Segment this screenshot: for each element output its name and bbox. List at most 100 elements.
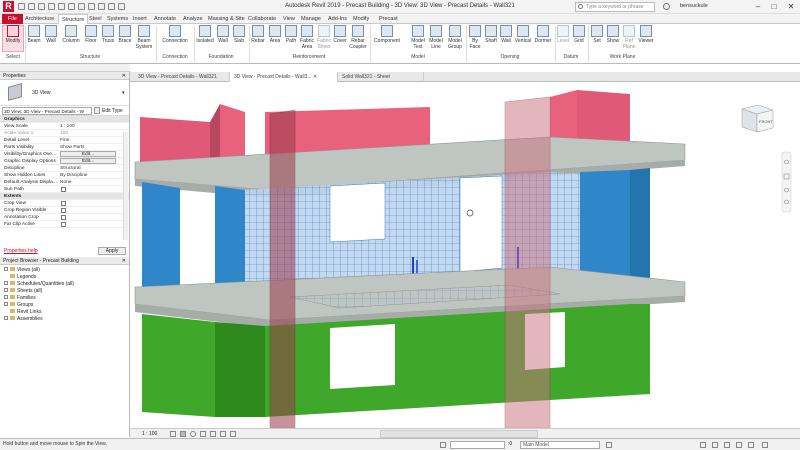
tree-item-views[interactable]: Views (all)	[4, 267, 40, 274]
modify-button[interactable]: Modify	[3, 25, 23, 44]
horizontal-scrollbar[interactable]	[380, 430, 538, 438]
view-tab-3d-precast-details-active[interactable]: 3D View - Precast Details - Wall3... ✕	[230, 72, 338, 82]
type-selector[interactable]: 3D View ▾	[0, 80, 129, 106]
beam-system-button[interactable]: Beam System	[134, 25, 154, 50]
revit-logo-icon[interactable]: R	[3, 1, 14, 12]
column-button[interactable]: Column	[60, 25, 82, 44]
fabric-sheet-button[interactable]: Fabric Sheet	[316, 25, 332, 50]
print-icon[interactable]	[68, 3, 75, 10]
component-button[interactable]: Component	[372, 25, 402, 44]
cover-button[interactable]: Cover	[333, 25, 347, 44]
property-value[interactable]: Fine	[60, 137, 69, 144]
property-value[interactable]: 1 : 100	[60, 123, 75, 130]
apply-button[interactable]: Apply	[98, 247, 126, 255]
close-icon[interactable]: ✕	[122, 72, 126, 80]
property-edit-button[interactable]: Edit...	[60, 151, 116, 157]
open-icon[interactable]	[18, 3, 25, 10]
redo-icon[interactable]	[58, 3, 65, 10]
shadows-icon[interactable]	[200, 431, 206, 437]
tab-add-ins[interactable]: Add-Ins	[325, 14, 350, 24]
measure-icon[interactable]	[78, 3, 85, 10]
properties-scrollbar[interactable]	[123, 132, 128, 240]
beam-button[interactable]: Beam	[26, 25, 42, 44]
property-section[interactable]: Graphics	[0, 116, 129, 123]
tree-item-revit-links[interactable]: Revit Links	[10, 309, 41, 316]
slab-button[interactable]: Slab	[231, 25, 247, 44]
tab-collaborate[interactable]: Collaborate	[245, 14, 279, 24]
blue-wall[interactable]	[215, 186, 245, 297]
property-edit-button[interactable]: Edit...	[60, 158, 116, 164]
expand-icon[interactable]	[4, 288, 8, 292]
dimension-icon[interactable]	[88, 3, 95, 10]
tab-architecture[interactable]: Architecture	[22, 14, 57, 24]
search-input[interactable]: Type a keyword or phrase	[575, 2, 655, 12]
show-button[interactable]: Show	[605, 25, 621, 44]
sun-path-icon[interactable]	[190, 431, 196, 437]
tree-item-legends[interactable]: Legends	[10, 274, 36, 281]
expand-icon[interactable]	[4, 302, 8, 306]
building-model[interactable]: FRONT	[130, 82, 800, 429]
fabric-area-button[interactable]: Fabric Area	[299, 25, 315, 50]
save-icon[interactable]	[28, 3, 35, 10]
window-opening[interactable]	[330, 324, 395, 389]
worksets-icon[interactable]	[440, 442, 446, 448]
select-pinned-icon[interactable]	[724, 442, 730, 448]
property-checkbox[interactable]	[61, 208, 66, 213]
maximize-button[interactable]: □	[766, 0, 782, 13]
tab-insert[interactable]: Insert	[130, 14, 150, 24]
instance-selector[interactable]: 3D View: 3D View - Precast Details - W	[2, 107, 92, 115]
tab-modify[interactable]: Modify	[350, 14, 372, 24]
panel-label-select[interactable]: Select	[2, 54, 24, 60]
area-button[interactable]: Area	[267, 25, 283, 44]
close-tab-icon[interactable]: ✕	[313, 74, 317, 80]
isolated-button[interactable]: Isolated	[195, 25, 215, 44]
viewcube[interactable]: FRONT	[741, 104, 774, 133]
expand-icon[interactable]	[4, 267, 8, 271]
section-icon[interactable]	[118, 3, 125, 10]
user-name[interactable]: bensuckule	[680, 3, 708, 9]
foundation-wall-button[interactable]: Wall	[216, 25, 230, 44]
tab-massing-site[interactable]: Massing & Site	[205, 14, 248, 24]
grid-button[interactable]: Grid	[572, 25, 586, 44]
select-links-icon[interactable]	[700, 442, 706, 448]
path-button[interactable]: Path	[284, 25, 298, 44]
shaft-button[interactable]: Shaft	[484, 25, 498, 44]
tree-item-assemblies[interactable]: Assemblies	[4, 316, 43, 323]
green-wall[interactable]	[142, 314, 215, 417]
model-line-button[interactable]: Model Line	[428, 25, 444, 50]
workset-dropdown[interactable]	[450, 441, 505, 449]
property-value[interactable]: Structural	[60, 165, 81, 172]
level-button[interactable]: Level	[556, 25, 570, 44]
drag-elements-icon[interactable]	[748, 442, 754, 448]
property-checkbox[interactable]	[61, 222, 66, 227]
undo-icon[interactable]	[48, 3, 55, 10]
dormer-button[interactable]: Dormer	[533, 25, 553, 44]
property-checkbox[interactable]	[61, 201, 66, 206]
ref-plane-button[interactable]: Ref Plane	[622, 25, 636, 50]
model-group-button[interactable]: Model Group	[445, 25, 465, 50]
wall-button[interactable]: Wall	[43, 25, 59, 44]
property-value[interactable]: Show Parts	[60, 144, 85, 151]
properties-help-link[interactable]: Properties help	[4, 248, 38, 254]
by-face-button[interactable]: By Face	[467, 25, 483, 50]
tab-annotate[interactable]: Annotate	[151, 14, 179, 24]
close-button[interactable]: ✕	[783, 0, 799, 13]
precast-column[interactable]	[504, 96, 551, 429]
navigation-bar[interactable]	[781, 151, 792, 213]
green-wall[interactable]	[215, 322, 265, 417]
rebar-button[interactable]: Rebar	[250, 25, 266, 44]
expand-icon[interactable]	[4, 316, 8, 320]
model-text-button[interactable]: Model Text	[409, 25, 427, 50]
minimize-button[interactable]: –	[750, 0, 766, 13]
tab-precast[interactable]: Precast	[376, 14, 401, 24]
panel-label-reinforcement[interactable]: Reinforcement	[250, 54, 368, 60]
chevron-down-icon[interactable]: ▾	[122, 90, 125, 96]
text-icon[interactable]	[98, 3, 105, 10]
select-underlay-icon[interactable]	[712, 442, 718, 448]
editable-only-icon[interactable]	[606, 442, 612, 448]
precast-column[interactable]	[269, 109, 296, 429]
tab-view[interactable]: View	[280, 14, 298, 24]
tab-systems[interactable]: Systems	[104, 14, 131, 24]
close-icon[interactable]: ✕	[122, 257, 126, 265]
tree-item-families[interactable]: Families	[4, 295, 36, 302]
